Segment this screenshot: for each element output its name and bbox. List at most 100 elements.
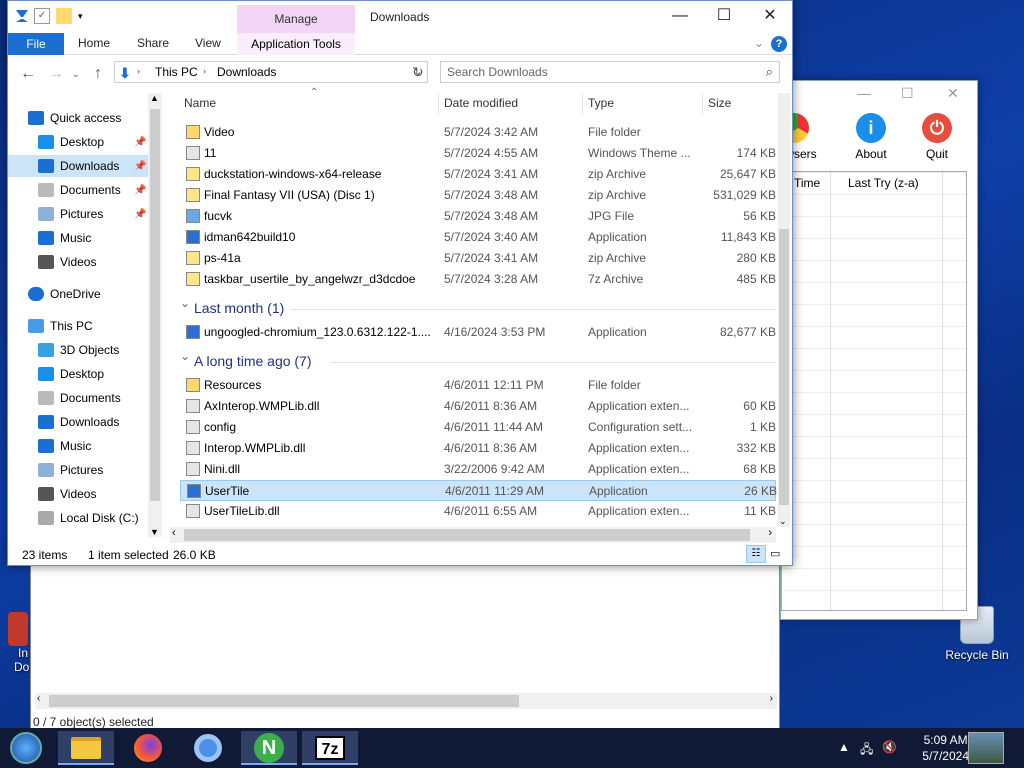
file-row[interactable]: Resources 4/6/2011 12:11 PM File folder: [180, 375, 776, 396]
file-row[interactable]: Interop.WMPLib.dll 4/6/2011 8:36 AM Applic…: [180, 438, 776, 459]
group-header[interactable]: ⌄ Last month (1): [180, 296, 776, 320]
taskbar-chromium[interactable]: [180, 731, 236, 765]
file-row[interactable]: duckstation-windows-x64-release 5/7/2024 …: [180, 164, 776, 185]
pin-icon[interactable]: 📌: [134, 161, 146, 172]
taskbar-n-app[interactable]: N: [241, 731, 297, 765]
taskbar-firefox[interactable]: [120, 731, 176, 765]
file-row[interactable]: fucvk 5/7/2024 3:48 AM JPG File 56 KB: [180, 206, 776, 227]
file-scroll-thumb[interactable]: [779, 229, 789, 505]
column-type[interactable]: Type: [588, 96, 614, 110]
column-divider[interactable]: [582, 93, 583, 115]
maximize-icon[interactable]: ☐: [901, 85, 914, 102]
taskbar-file-explorer[interactable]: [58, 731, 114, 765]
breadcrumb-this-pc[interactable]: This PC: [155, 65, 198, 79]
tab-manage[interactable]: Manage: [237, 5, 355, 33]
group-header[interactable]: ⌄ A long time ago (7): [180, 349, 776, 373]
minimize-button[interactable]: —: [660, 5, 700, 29]
sidebar-item[interactable]: Desktop: [8, 363, 148, 385]
back-icon[interactable]: ←: [20, 65, 36, 83]
sidebar-item[interactable]: OneDrive: [8, 283, 148, 305]
sidebar-item[interactable]: Videos: [8, 483, 148, 505]
file-row[interactable]: 11 5/7/2024 4:55 AM Windows Theme ... 174 K…: [180, 143, 776, 164]
scroll-down-icon[interactable]: ▼: [150, 527, 159, 537]
chevron-down-icon[interactable]: ⌄: [180, 296, 190, 310]
file-list-hscrollbar[interactable]: ‹ ›: [170, 527, 776, 543]
clock[interactable]: 5:09 AM 5/7/2024: [922, 732, 969, 764]
help-icon[interactable]: ?: [771, 36, 787, 52]
zip-scroll-thumb[interactable]: [49, 695, 519, 707]
sidebar-item[interactable]: 3D Objects: [8, 339, 148, 361]
pin-icon[interactable]: 📌: [134, 209, 146, 220]
minimize-icon[interactable]: —: [857, 85, 871, 101]
sidebar-item[interactable]: Documents: [8, 387, 148, 409]
file-row[interactable]: Final Fantasy VII (USA) (Disc 1) 5/7/2024…: [180, 185, 776, 206]
start-button[interactable]: [0, 731, 52, 765]
properties-icon[interactable]: ✓: [34, 8, 50, 24]
maximize-button[interactable]: ☐: [704, 5, 744, 29]
show-desktop-button[interactable]: [968, 732, 1004, 764]
taskbar-7zip[interactable]: 7z: [302, 731, 358, 765]
scroll-left-icon[interactable]: ‹: [37, 693, 40, 704]
recent-dropdown-icon[interactable]: ⌄: [72, 69, 80, 80]
address-bar[interactable]: ⬇ › This PC › Downloads ⌄: [114, 61, 428, 83]
details-view-icon[interactable]: ☷: [746, 545, 766, 563]
nav-pane-scrollbar[interactable]: ▲ ▼: [148, 93, 162, 537]
about-tool[interactable]: i About: [847, 113, 895, 161]
breadcrumb-sep-icon[interactable]: ›: [203, 66, 206, 76]
sidebar-item[interactable]: Documents 📌: [8, 179, 148, 201]
file-row[interactable]: AxInterop.WMPLib.dll 4/6/2011 8:36 AM Appl…: [180, 396, 776, 417]
column-date-modified[interactable]: Date modified: [444, 96, 518, 110]
col-time[interactable]: Time: [794, 176, 820, 190]
file-row[interactable]: Video 5/7/2024 3:42 AM File folder: [180, 122, 776, 143]
file-row[interactable]: Nini.dll 3/22/2006 9:42 AM Application ext…: [180, 459, 776, 480]
app-list-grid[interactable]: Time Last Try (z-a): [781, 171, 967, 611]
column-divider[interactable]: [438, 93, 439, 115]
file-row[interactable]: ps-41a 5/7/2024 3:41 AM zip Archive 280 KB: [180, 248, 776, 269]
scroll-down-icon[interactable]: ⌄: [779, 516, 787, 527]
sidebar-item[interactable]: Downloads: [8, 411, 148, 433]
tab-application-tools[interactable]: Application Tools: [237, 33, 355, 55]
col-last-try[interactable]: Last Try (z-a): [848, 176, 919, 190]
column-size[interactable]: Size: [708, 96, 731, 110]
refresh-icon[interactable]: ↻: [412, 64, 424, 81]
sidebar-item[interactable]: Desktop 📌: [8, 131, 148, 153]
pin-icon[interactable]: 📌: [134, 137, 146, 148]
scroll-right-icon[interactable]: ›: [768, 527, 772, 539]
file-row[interactable]: idman642build10 5/7/2024 3:40 AM Applicati…: [180, 227, 776, 248]
pin-icon[interactable]: 📌: [134, 185, 146, 196]
breadcrumb-downloads[interactable]: Downloads: [217, 65, 276, 79]
file-row[interactable]: taskbar_usertile_by_angelwzr_d3dcdoe 5/7/…: [180, 269, 776, 290]
up-icon[interactable]: ↑: [94, 65, 102, 83]
tab-view[interactable]: View: [195, 36, 221, 50]
file-row[interactable]: ungoogled-chromium_123.0.6312.122-1.... 4…: [180, 322, 776, 343]
sidebar-item[interactable]: Downloads 📌: [8, 155, 148, 177]
address-sep-icon[interactable]: ›: [137, 66, 140, 76]
column-name[interactable]: Name: [184, 96, 216, 110]
sidebar-item[interactable]: Music: [8, 435, 148, 457]
search-input[interactable]: Search Downloads ⌕: [440, 61, 780, 83]
close-button[interactable]: ✕: [750, 5, 790, 29]
tab-home[interactable]: Home: [78, 36, 110, 50]
sidebar-item[interactable]: Videos: [8, 251, 148, 273]
chevron-down-icon[interactable]: ⌄: [180, 349, 190, 363]
volume-muted-icon[interactable]: 🔇: [882, 740, 897, 754]
sidebar-item[interactable]: Pictures: [8, 459, 148, 481]
scroll-right-icon[interactable]: ›: [770, 693, 773, 704]
show-hidden-icons-icon[interactable]: ▲: [838, 740, 850, 754]
file-row[interactable]: UserTile 4/6/2011 11:29 AM Application 26 K…: [180, 480, 777, 501]
sidebar-item[interactable]: Quick access: [8, 107, 148, 129]
scroll-up-icon[interactable]: ▲: [150, 93, 159, 103]
hscroll-thumb[interactable]: [184, 529, 750, 541]
file-list-scrollbar[interactable]: ⌄: [778, 93, 790, 527]
forward-icon[interactable]: →: [48, 65, 64, 83]
tab-file[interactable]: File: [8, 33, 64, 55]
new-folder-icon[interactable]: [56, 8, 72, 24]
qat-dropdown-icon[interactable]: ▾: [78, 8, 94, 24]
sidebar-item[interactable]: Pictures 📌: [8, 203, 148, 225]
close-icon[interactable]: ✕: [947, 85, 959, 102]
sidebar-item[interactable]: Music: [8, 227, 148, 249]
browsers-tool[interactable]: wsers: [785, 113, 827, 161]
sidebar-item[interactable]: Local Disk (C:): [8, 507, 148, 529]
zip-hscrollbar[interactable]: ‹ ›: [35, 693, 777, 709]
tab-share[interactable]: Share: [137, 36, 169, 50]
